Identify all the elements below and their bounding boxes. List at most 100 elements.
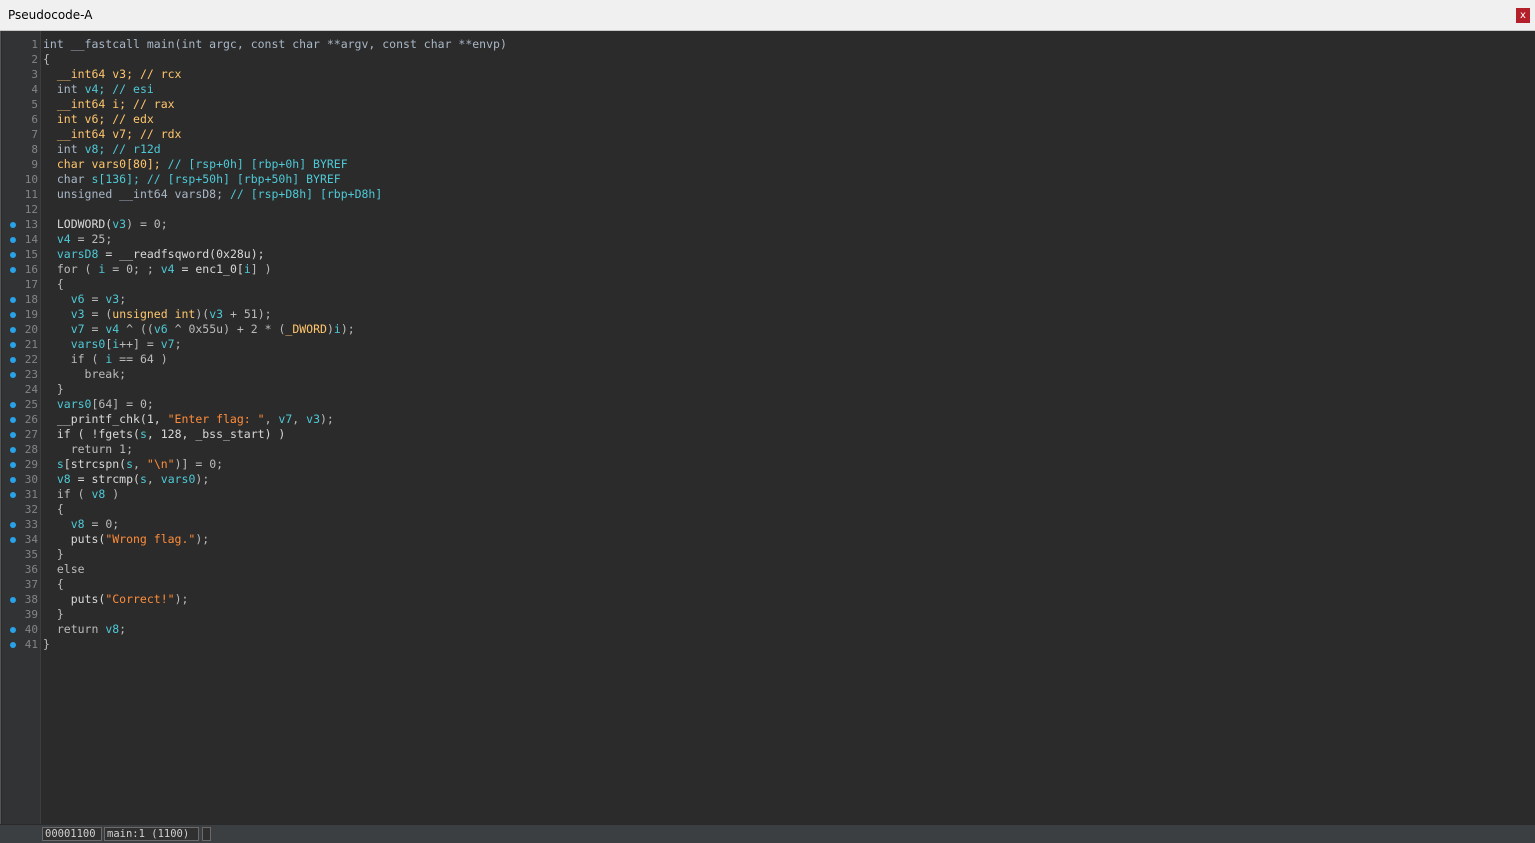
code-line[interactable]: puts("Wrong flag."); (43, 532, 210, 547)
code-token: v3 (306, 412, 320, 426)
code-token: ] ) (250, 262, 272, 276)
code-token: = 0; (84, 517, 120, 531)
breakpoint-marker-icon[interactable] (10, 252, 16, 258)
code-line[interactable]: int __fastcall main(int argc, const char… (43, 37, 507, 52)
breakpoint-marker-icon[interactable] (10, 462, 16, 468)
breakpoint-marker-icon[interactable] (10, 342, 16, 348)
code-token: __int64 v3; // rcx (56, 67, 182, 81)
code-token: ) = 0; (126, 217, 168, 231)
breakpoint-marker-icon[interactable] (10, 477, 16, 483)
code-line[interactable]: __printf_chk(1, "Enter flag: ", v7, v3); (43, 412, 334, 427)
breakpoint-marker-icon[interactable] (10, 267, 16, 273)
code-token: vars0 (56, 397, 92, 411)
code-line[interactable]: v4 = 25; (43, 232, 112, 247)
line-number: 1 (31, 38, 38, 51)
breakpoint-marker-icon[interactable] (10, 492, 16, 498)
code-line[interactable]: int v6; // edx (43, 112, 154, 127)
code-token: v4 (56, 232, 71, 246)
code-line[interactable]: for ( i = 0; ; v4 = enc1_0[i] ) (43, 262, 272, 277)
code-token: v4 (160, 262, 175, 276)
line-number: 20 (24, 323, 38, 336)
breakpoint-marker-icon[interactable] (10, 417, 16, 423)
code-line[interactable]: } (43, 607, 64, 622)
code-line[interactable]: varsD8 = __readfsqword(0x28u); (43, 247, 265, 262)
code-line[interactable]: v7 = v4 ^ ((v6 ^ 0x55u) + 2 * (_DWORD)i)… (43, 322, 355, 337)
breakpoint-marker-icon[interactable] (10, 432, 16, 438)
code-line[interactable]: __int64 i; // rax (43, 97, 175, 112)
code-line[interactable]: vars0[64] = 0; (43, 397, 154, 412)
code-line[interactable]: __int64 v3; // rcx (43, 67, 182, 82)
code-token: [64] = 0; (91, 397, 154, 411)
code-line[interactable]: { (43, 502, 64, 517)
code-line[interactable]: { (43, 577, 64, 592)
code-line[interactable]: v6 = v3; (43, 292, 126, 307)
code-token: v7 (160, 337, 175, 351)
code-line[interactable]: __int64 v7; // rdx (43, 127, 182, 142)
code-token: { (43, 52, 50, 66)
code-line[interactable]: puts("Correct!"); (43, 592, 189, 607)
code-line[interactable]: } (43, 547, 64, 562)
line-number-gutter[interactable]: 1 2 3 4 5 6 7 8 9 10 11 12 13 14 15 16 17 18 19 20 21 22 23 24 2… (2, 31, 41, 824)
code-line[interactable]: unsigned __int64 varsD8; // [rsp+D8h] [r… (43, 187, 382, 202)
code-line[interactable]: } (43, 637, 50, 652)
code-token: LODWORD( (43, 217, 113, 231)
breakpoint-marker-icon[interactable] (10, 447, 16, 453)
code-token: ; (119, 622, 127, 636)
code-token: s[136]; // [rsp+50h] [rbp+50h] BYREF (91, 172, 341, 186)
line-number: 27 (24, 428, 38, 441)
code-line[interactable]: if ( i == 64 ) (43, 352, 168, 367)
pseudocode-editor[interactable]: 1 2 3 4 5 6 7 8 9 10 11 12 13 14 15 16 17 18 19 20 21 22 23 24 2… (0, 31, 1535, 824)
window-title: Pseudocode-A (8, 8, 93, 22)
code-line[interactable]: v8 = 0; (43, 517, 119, 532)
breakpoint-marker-icon[interactable] (10, 327, 16, 333)
breakpoint-marker-icon[interactable] (10, 357, 16, 363)
code-line[interactable]: if ( v8 ) (43, 487, 119, 502)
code-token: if ( (43, 487, 92, 501)
breakpoint-marker-icon[interactable] (10, 297, 16, 303)
code-line[interactable]: vars0[i++] = v7; (43, 337, 182, 352)
code-line[interactable]: int v4; // esi (43, 82, 154, 97)
line-number: 24 (24, 383, 38, 396)
code-line[interactable]: s[strcspn(s, "\n")] = 0; (43, 457, 223, 472)
code-token: else (43, 562, 85, 576)
code-line[interactable]: int v8; // r12d (43, 142, 161, 157)
line-number: 34 (24, 533, 38, 546)
code-token: = strcmp( (70, 472, 140, 486)
breakpoint-marker-icon[interactable] (10, 312, 16, 318)
status-bar: 00001100 main:1 (1100) (0, 824, 1535, 843)
breakpoint-marker-icon[interactable] (10, 537, 16, 543)
line-number: 28 (24, 443, 38, 456)
line-number: 26 (24, 413, 38, 426)
close-button[interactable]: x (1516, 8, 1530, 23)
breakpoint-marker-icon[interactable] (10, 597, 16, 603)
code-token: for ( (43, 262, 99, 276)
code-line[interactable]: { (43, 277, 64, 292)
code-line[interactable]: if ( !fgets(s, 128, _bss_start) ) (43, 427, 286, 442)
code-token: ^ 0x55u) + 2 * ( (167, 322, 286, 336)
code-token: v4 (105, 322, 120, 336)
code-line[interactable]: char vars0[80]; // [rsp+0h] [rbp+0h] BYR… (43, 157, 348, 172)
line-number: 14 (24, 233, 38, 246)
breakpoint-marker-icon[interactable] (10, 237, 16, 243)
breakpoint-marker-icon[interactable] (10, 627, 16, 633)
breakpoint-marker-icon[interactable] (10, 372, 16, 378)
breakpoint-marker-icon[interactable] (10, 522, 16, 528)
code-line[interactable]: LODWORD(v3) = 0; (43, 217, 168, 232)
code-line[interactable]: return v8; (43, 622, 126, 637)
code-line[interactable]: char s[136]; // [rsp+50h] [rbp+50h] BYRE… (43, 172, 341, 187)
code-token: if ( (43, 352, 106, 366)
code-line[interactable]: return 1; (43, 442, 133, 457)
breakpoint-marker-icon[interactable] (10, 642, 16, 648)
code-line[interactable]: break; (43, 367, 127, 382)
code-line[interactable]: { (43, 52, 50, 67)
code-line[interactable]: else (43, 562, 85, 577)
breakpoint-marker-icon[interactable] (10, 402, 16, 408)
code-line[interactable]: } (43, 382, 64, 397)
code-line[interactable]: v3 = (unsigned int)(v3 + 51); (43, 307, 272, 322)
code-token: = 0; ; (105, 262, 161, 276)
code-line[interactable]: v8 = strcmp(s, vars0); (43, 472, 209, 487)
code-token: ); (320, 412, 334, 426)
breakpoint-marker-icon[interactable] (10, 222, 16, 228)
code-token: unsigned int (112, 307, 196, 321)
